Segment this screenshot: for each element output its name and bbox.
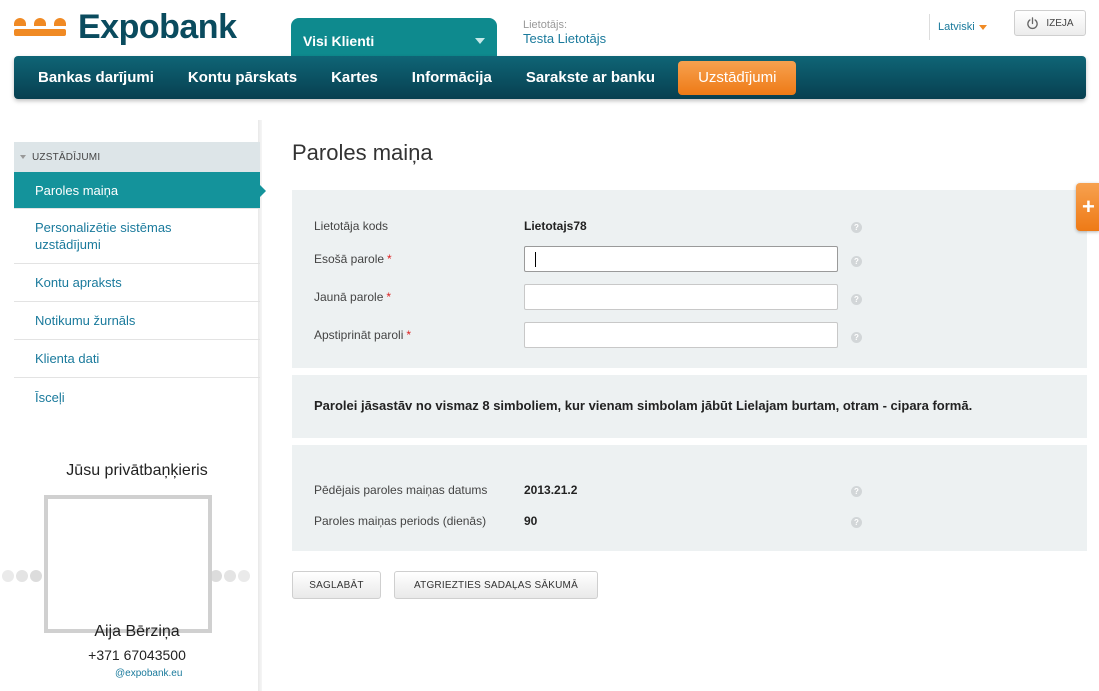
- confirm-password-label: Apstiprināt paroli *: [314, 328, 411, 342]
- client-select-value: Visi Klienti: [303, 33, 375, 49]
- save-button[interactable]: SAGLABĀT: [292, 571, 381, 599]
- collapse-triangle-icon: [20, 155, 26, 159]
- sidebar-item-label: Klienta dati: [35, 351, 100, 366]
- banker-title: Jūsu privātbaņķieris: [66, 462, 208, 479]
- expobank-logo[interactable]: Expobank: [14, 8, 237, 47]
- text-cursor: [535, 252, 536, 267]
- new-password-input[interactable]: [524, 284, 838, 310]
- nav-item-account-overview[interactable]: Kontu pārskats: [171, 61, 314, 95]
- sidebar-item-label: Īsceļi: [35, 389, 65, 405]
- required-mark: *: [406, 328, 412, 342]
- nav-item-information[interactable]: Informācija: [395, 61, 509, 95]
- power-icon: [1027, 16, 1039, 29]
- main-nav: Bankas darījumi Kontu pārskats Kartes In…: [14, 56, 1086, 99]
- logout-label: IZEJA: [1046, 17, 1074, 29]
- help-icon[interactable]: ?: [851, 517, 862, 528]
- last-change-value: 2013.21.2: [524, 483, 578, 497]
- user-code-label: Lietotāja kods: [314, 219, 389, 233]
- field-label-text: Apstiprināt paroli: [314, 328, 404, 342]
- language-value: Latviski: [938, 21, 975, 33]
- sidebar-item-label: Notikumu žurnāls: [35, 313, 136, 328]
- brand-name: Expobank: [78, 8, 237, 46]
- password-info-panel: [292, 445, 1087, 551]
- nav-item-messages[interactable]: Sarakste ar banku: [509, 61, 672, 95]
- help-icon[interactable]: ?: [851, 256, 862, 267]
- sidebar-item-client-data[interactable]: Klienta dati: [14, 340, 260, 378]
- banker-email-link[interactable]: @expobank.eu: [115, 668, 182, 679]
- sidebar-item-account-description[interactable]: Kontu apraksts: [14, 264, 260, 302]
- required-mark: *: [387, 252, 392, 266]
- period-value: 90: [524, 514, 538, 528]
- field-label-text: Esošā parole: [314, 252, 385, 266]
- sidebar-item-label: Kontu apraksts: [35, 275, 122, 290]
- nav-item-bank-transactions[interactable]: Bankas darījumi: [14, 61, 171, 95]
- user-info: Lietotājs: Testa Lietotājs: [523, 19, 606, 46]
- user-code-value: Lietotajs78: [524, 219, 587, 233]
- help-icon[interactable]: ?: [851, 294, 862, 305]
- sidebar-item-label: Personalizētie sistēmas uzstādījumi: [35, 220, 172, 252]
- sidebar-menu: Paroles maiņa Personalizētie sistēmas uz…: [14, 172, 266, 416]
- sidebar-item-label: Paroles maiņa: [35, 182, 119, 198]
- current-password-input[interactable]: [524, 246, 838, 272]
- chevron-down-icon: [475, 38, 485, 44]
- floating-plus-button[interactable]: +: [1076, 183, 1099, 231]
- banker-phone: +371 67043500: [88, 647, 186, 663]
- page-title: Paroles maiņa: [292, 140, 433, 165]
- password-requirements-notice: Parolei jāsastāv no vismaz 8 simboliem, …: [314, 398, 973, 413]
- sidebar-section-label: UZSTĀDĪJUMI: [32, 151, 101, 163]
- sidebar-item-shortcuts[interactable]: Īsceļi: [14, 378, 260, 416]
- user-name-link[interactable]: Testa Lietotājs: [523, 31, 606, 46]
- sidebar-item-personalized-settings[interactable]: Personalizētie sistēmas uzstādījumi: [14, 209, 260, 264]
- client-select[interactable]: Visi Klienti: [291, 18, 497, 58]
- logo-mark-icon: [14, 13, 66, 43]
- sidebar-item-password-change[interactable]: Paroles maiņa: [14, 172, 266, 209]
- field-label-text: Jaunā parole: [314, 290, 384, 304]
- sidebar-section-header[interactable]: UZSTĀDĪJUMI: [14, 142, 260, 172]
- banker-name: Aija Bērziņa: [94, 623, 180, 640]
- help-icon[interactable]: ?: [851, 222, 862, 233]
- banker-photo: [44, 495, 212, 633]
- caret-down-icon: [978, 24, 987, 30]
- help-icon[interactable]: ?: [851, 486, 862, 497]
- current-password-label: Esošā parole *: [314, 252, 392, 266]
- back-to-section-button[interactable]: ATGRIEZTIES SADAĻAS SĀKUMĀ: [394, 571, 598, 599]
- decorative-dots-icon: [210, 570, 250, 582]
- decorative-dots-icon: [2, 570, 42, 582]
- period-label: Paroles maiņas periods (dienās): [314, 514, 487, 528]
- help-icon[interactable]: ?: [851, 332, 862, 343]
- required-mark: *: [386, 290, 392, 304]
- confirm-password-input[interactable]: [524, 322, 838, 348]
- new-password-label: Jaunā parole *: [314, 290, 391, 304]
- last-change-label: Pēdējais paroles maiņas datums: [314, 483, 488, 497]
- nav-item-cards[interactable]: Kartes: [314, 61, 395, 95]
- nav-item-settings[interactable]: Uzstādījumi: [678, 60, 797, 95]
- logout-button[interactable]: IZEJA: [1014, 10, 1086, 36]
- sidebar: UZSTĀDĪJUMI Paroles maiņa Personalizētie…: [2, 120, 266, 691]
- user-label: Lietotājs:: [523, 19, 568, 31]
- sidebar-item-event-log[interactable]: Notikumu žurnāls: [14, 302, 260, 340]
- language-select[interactable]: Latviski: [929, 14, 987, 40]
